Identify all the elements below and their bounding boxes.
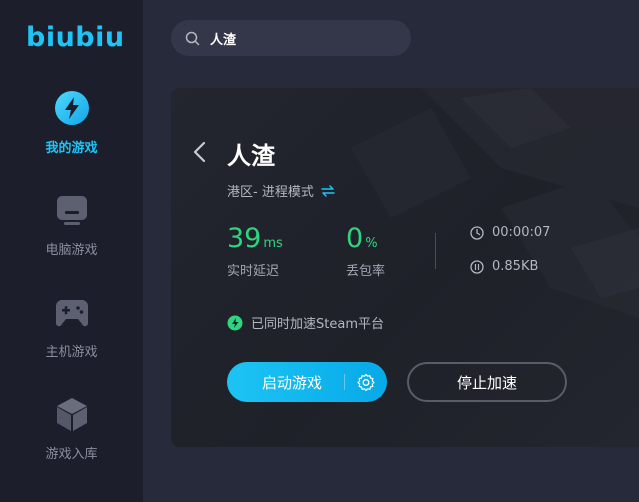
- start-game-button[interactable]: 启动游戏: [227, 362, 387, 402]
- latency-label: 实时延迟: [227, 264, 280, 279]
- button-separator: [344, 374, 345, 390]
- packet-loss-label: 丢包率: [346, 264, 386, 279]
- app-logo[interactable]: biubiu: [26, 22, 125, 53]
- game-title: 人渣: [227, 142, 275, 170]
- traffic-value: 0.85KB: [492, 259, 539, 274]
- sidebar-item-add-game[interactable]: 游戏入库: [0, 395, 143, 475]
- sidebar-item-console-games[interactable]: 主机游戏: [0, 293, 143, 373]
- search-input[interactable]: 人渣: [210, 29, 236, 48]
- duration-value: 00:00:07: [492, 225, 551, 240]
- stop-acceleration-button[interactable]: 停止加速: [407, 362, 567, 402]
- sidebar-item-my-games[interactable]: 我的游戏: [0, 89, 143, 169]
- gamepad-icon: [53, 293, 91, 331]
- sidebar-item-pc-games[interactable]: 电脑游戏: [0, 191, 143, 271]
- back-chevron-icon[interactable]: [190, 140, 210, 164]
- duration-row: 00:00:07: [470, 225, 550, 240]
- clock-icon: [470, 225, 484, 240]
- start-game-label: 启动游戏: [262, 373, 323, 392]
- box-icon: [53, 395, 91, 433]
- steam-status-text: 已同时加速Steam平台: [251, 317, 384, 332]
- sidebar: biubiu 我的游戏 电脑游戏 主机游戏 游戏入库: [0, 0, 143, 502]
- traffic-row: 0.85KB: [470, 259, 538, 274]
- search-bar[interactable]: 人渣: [171, 20, 411, 56]
- traffic-icon: [470, 259, 484, 274]
- sidebar-item-label: 我的游戏: [45, 141, 98, 156]
- gear-icon[interactable]: [357, 373, 375, 391]
- server-mode: 港区- 进程模式: [227, 181, 336, 200]
- search-icon: [185, 31, 200, 45]
- lightning-icon: [227, 315, 243, 330]
- monitor-icon: [53, 191, 91, 229]
- packet-loss-value: 0%: [346, 223, 378, 254]
- sidebar-item-label: 游戏入库: [45, 447, 98, 462]
- stats-divider: [435, 233, 436, 269]
- steam-status: 已同时加速Steam平台: [227, 313, 384, 332]
- latency-value: 39 ms: [227, 223, 283, 254]
- sidebar-item-label: 主机游戏: [45, 345, 98, 360]
- mode-text: 港区- 进程模式: [227, 185, 314, 200]
- swap-icon[interactable]: [320, 184, 336, 198]
- lightning-icon: [53, 89, 91, 127]
- sidebar-item-label: 电脑游戏: [45, 243, 98, 258]
